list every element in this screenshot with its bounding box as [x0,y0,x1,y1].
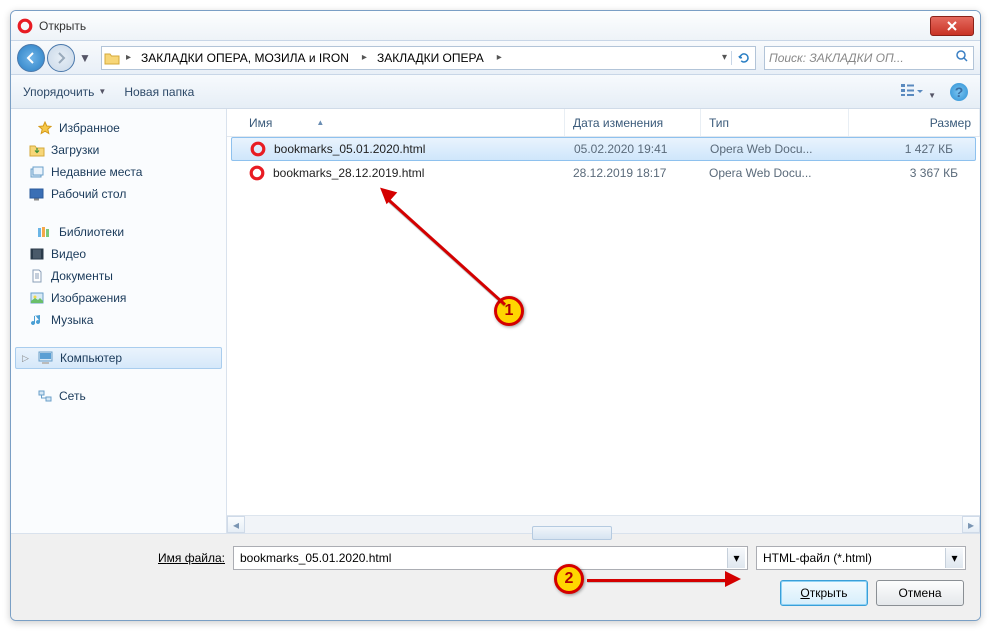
organize-button[interactable]: Упорядочить▼ [23,85,106,99]
sidebar: Избранное Загрузки Недавние места Рабочи… [11,109,227,533]
nav-history-dropdown[interactable]: ▼ [77,44,93,72]
close-icon [946,21,958,31]
cancel-button[interactable]: Отмена [876,580,964,606]
sort-asc-icon: ▲ [316,118,324,127]
chevron-right-icon[interactable]: ▸ [493,52,506,63]
titlebar: Открыть [11,11,980,41]
star-icon [37,120,53,136]
folder-icon [102,51,122,65]
column-size[interactable]: Размер [849,109,980,136]
search-icon[interactable] [955,49,969,66]
network-icon [37,388,53,404]
computer-icon [38,350,54,366]
arrow-left-icon [24,51,38,65]
sidebar-item-recent[interactable]: Недавние места [11,161,226,183]
document-icon [29,268,45,284]
sidebar-item-downloads[interactable]: Загрузки [11,139,226,161]
file-open-dialog: Открыть ▼ ▸ ЗАКЛАДКИ ОПЕРА, МОЗИЛА и IRO… [10,10,981,621]
search-input[interactable]: Поиск: ЗАКЛАДКИ ОП... [764,46,974,70]
refresh-button[interactable] [731,51,755,65]
scroll-left-button[interactable]: ◂ [227,516,245,533]
opera-icon [250,141,266,157]
sidebar-item-desktop[interactable]: Рабочий стол [11,183,226,205]
sidebar-network[interactable]: Сеть [11,385,226,407]
chevron-down-icon[interactable]: ▾ [727,548,745,568]
filename-input[interactable]: bookmarks_05.01.2020.html ▾ [233,546,748,570]
chevron-down-icon[interactable]: ▾ [945,548,963,568]
opera-icon [249,165,265,181]
filename-label: Имя файла: [25,551,225,565]
breadcrumb-dropdown[interactable]: ▾ [718,52,731,63]
refresh-icon [737,51,751,65]
sidebar-item-videos[interactable]: Видео [11,243,226,265]
footer: Имя файла: bookmarks_05.01.2020.html ▾ H… [11,533,980,620]
sidebar-item-documents[interactable]: Документы [11,265,226,287]
recent-icon [29,164,45,180]
libraries-icon [37,224,53,240]
folder-icon [29,142,45,158]
file-row[interactable]: bookmarks_05.01.2020.html 05.02.2020 19:… [231,137,976,161]
breadcrumb-segment[interactable]: ЗАКЛАДКИ ОПЕРА [371,47,493,69]
new-folder-button[interactable]: Новая папка [124,85,194,99]
breadcrumb[interactable]: ▸ ЗАКЛАДКИ ОПЕРА, МОЗИЛА и IRON ▸ ЗАКЛАД… [101,46,756,70]
sidebar-libraries[interactable]: Библиотеки [11,221,226,243]
column-headers: Имя▲ Дата изменения Тип Размер [227,109,980,137]
sidebar-item-pictures[interactable]: Изображения [11,287,226,309]
scroll-thumb[interactable] [532,526,612,540]
file-pane: Имя▲ Дата изменения Тип Размер bookmarks… [227,109,980,533]
chevron-down-icon: ▼ [98,87,106,96]
pictures-icon [29,290,45,306]
sidebar-favorites[interactable]: Избранное [11,117,226,139]
video-icon [29,246,45,262]
chevron-right-icon[interactable]: ▸ [358,52,371,63]
body: Избранное Загрузки Недавние места Рабочи… [11,109,980,533]
column-type[interactable]: Тип [701,109,849,136]
sidebar-computer[interactable]: ▷ Компьютер [15,347,222,369]
desktop-icon [29,186,45,202]
file-row[interactable]: bookmarks_28.12.2019.html 28.12.2019 18:… [227,161,980,185]
open-button[interactable]: Открыть [780,580,868,606]
help-button[interactable]: ? [950,83,968,101]
expand-icon[interactable]: ▷ [22,353,32,364]
scroll-right-button[interactable]: ▸ [962,516,980,533]
forward-button[interactable] [47,44,75,72]
search-placeholder: Поиск: ЗАКЛАДКИ ОП... [769,51,904,65]
column-date[interactable]: Дата изменения [565,109,701,136]
filetype-filter[interactable]: HTML-файл (*.html) ▾ [756,546,966,570]
column-name[interactable]: Имя▲ [241,109,565,136]
navbar: ▼ ▸ ЗАКЛАДКИ ОПЕРА, МОЗИЛА и IRON ▸ ЗАКЛ… [11,41,980,75]
back-button[interactable] [17,44,45,72]
window-title: Открыть [39,19,930,33]
sidebar-item-music[interactable]: Музыка [11,309,226,331]
close-button[interactable] [930,16,974,36]
chevron-right-icon[interactable]: ▸ [122,52,135,63]
arrow-right-icon [54,51,68,65]
toolbar: Упорядочить▼ Новая папка ▼ ? [11,75,980,109]
horizontal-scrollbar[interactable]: ◂ ▸ [227,515,980,533]
breadcrumb-segment[interactable]: ЗАКЛАДКИ ОПЕРА, МОЗИЛА и IRON [135,47,358,69]
music-icon [29,312,45,328]
opera-icon [17,18,33,34]
view-options-button[interactable]: ▼ [900,82,936,101]
file-list: bookmarks_05.01.2020.html 05.02.2020 19:… [227,137,980,515]
